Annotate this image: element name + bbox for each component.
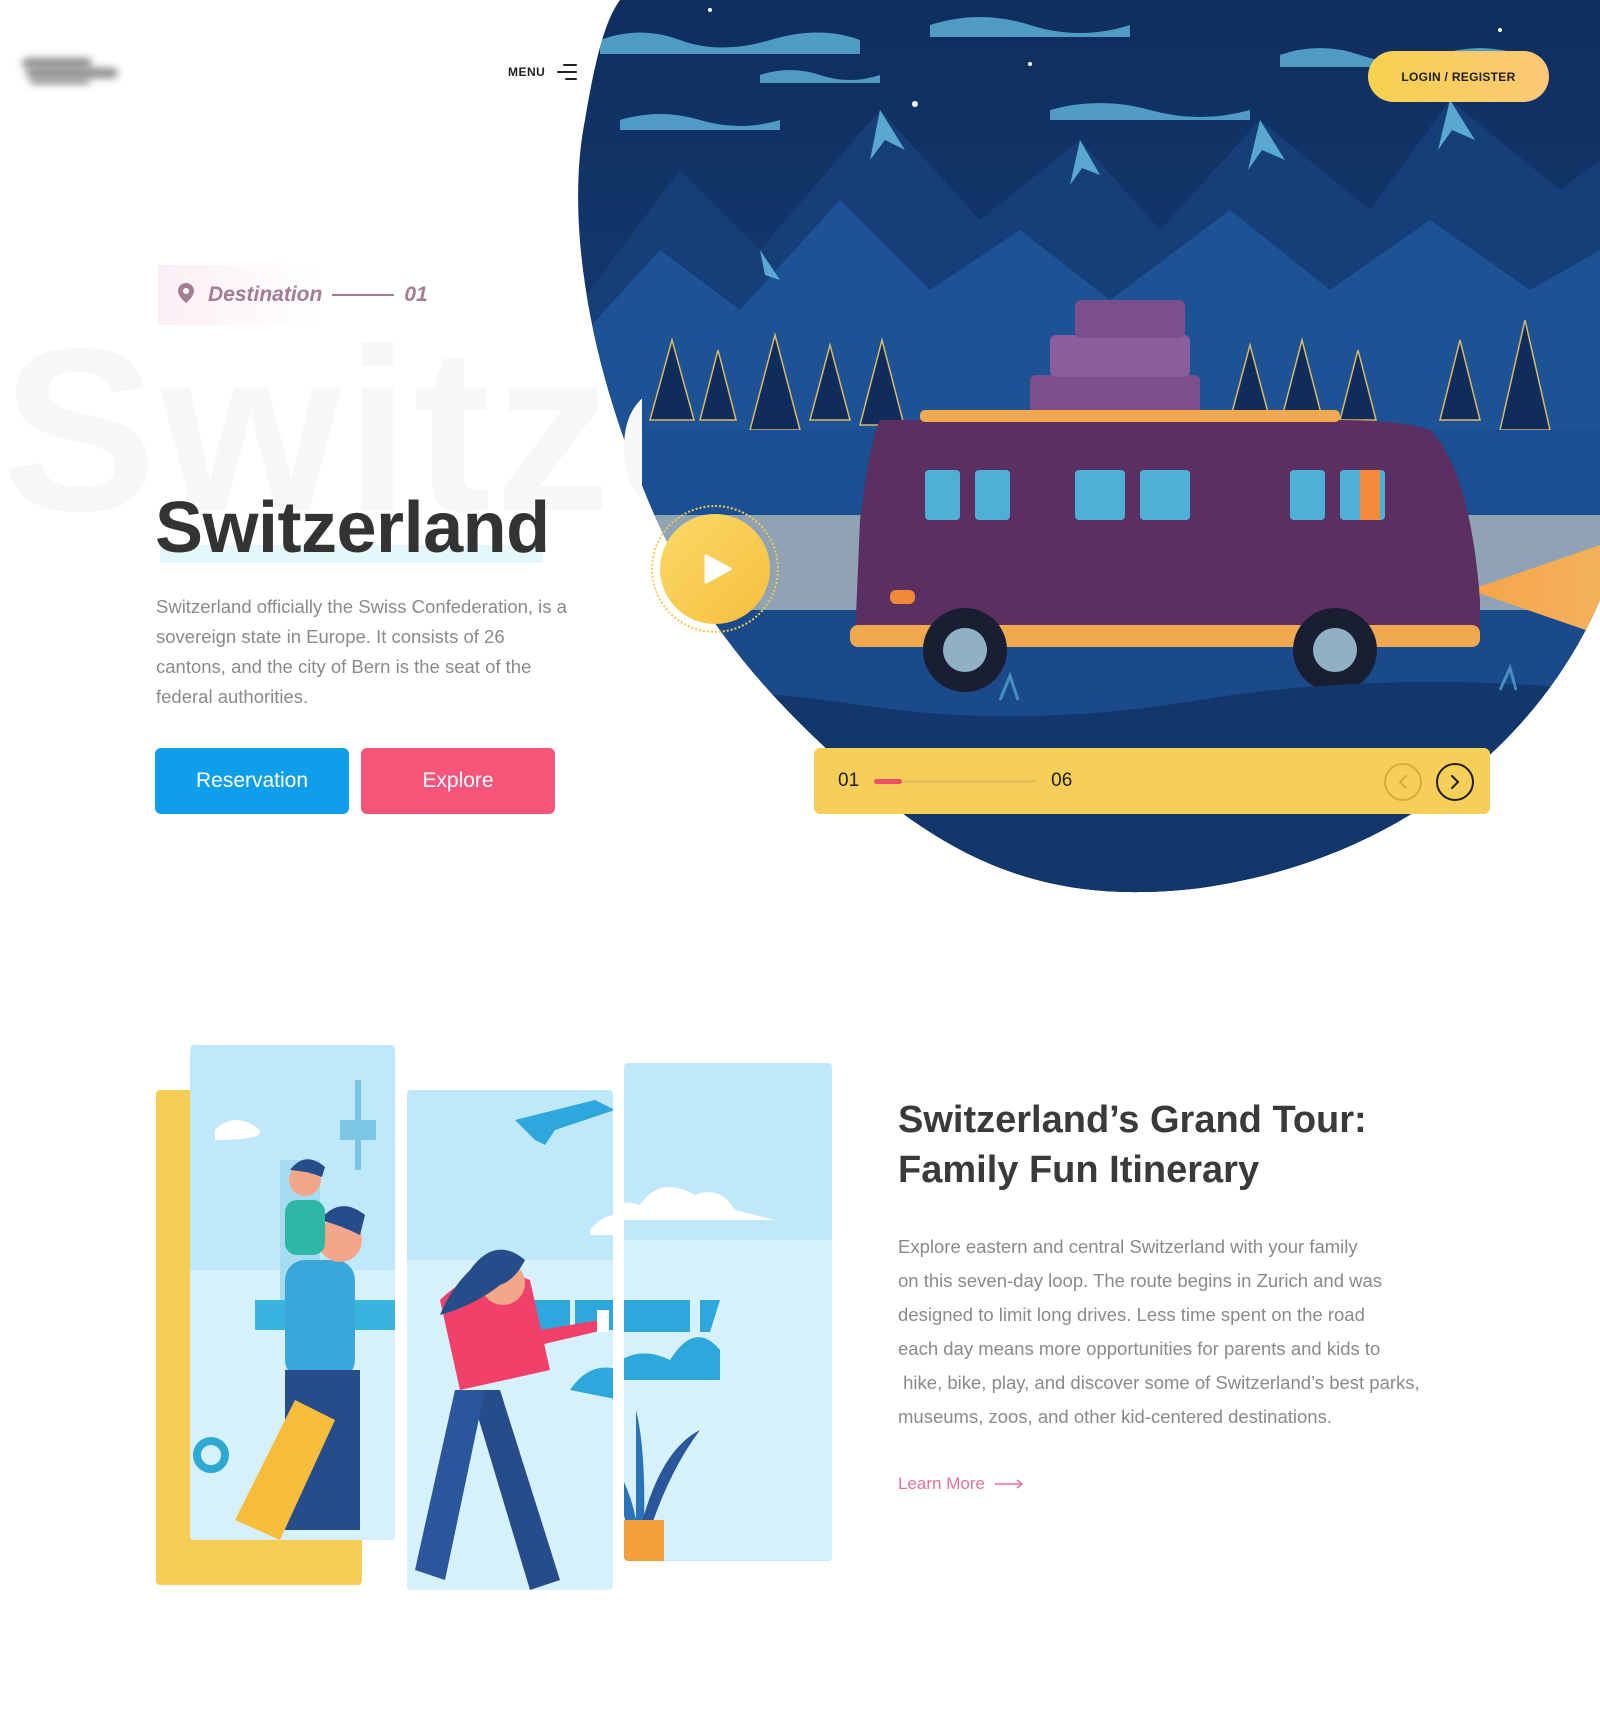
learn-more-label: Learn More — [898, 1474, 985, 1493]
arrow-right-icon — [994, 1479, 1024, 1489]
feature-body-line: on this seven-day loop. The route begins… — [898, 1270, 1383, 1291]
family-travel-illustration — [156, 1045, 832, 1590]
feature-body-line: designed to limit long drives. Less time… — [898, 1304, 1365, 1325]
feature-body-line: Explore eastern and central Switzerland … — [898, 1236, 1358, 1257]
slide-next-button[interactable] — [1436, 763, 1474, 801]
feature-body: Explore eastern and central Switzerland … — [898, 1230, 1458, 1434]
slider-bar: 01 06 — [814, 748, 1490, 814]
feature-body-line: museums, zoos, and other kid-centered de… — [898, 1406, 1332, 1427]
feature-body-line: each day means more opportunities for pa… — [898, 1338, 1381, 1359]
chevron-left-icon — [1398, 775, 1407, 789]
slide-prev-button[interactable] — [1384, 763, 1422, 801]
feature-title-line2: Family Fun Itinerary — [898, 1149, 1260, 1191]
learn-more-link[interactable]: Learn More — [898, 1474, 1025, 1494]
chevron-right-icon — [1451, 775, 1460, 789]
login-register-button[interactable]: LOGIN / REGISTER — [1368, 51, 1549, 102]
slide-total: 06 — [1051, 770, 1073, 791]
feature-body-line: hike, bike, play, and discover some of S… — [898, 1372, 1420, 1393]
feature-title: Switzerland’s Grand Tour: Family Fun Iti… — [898, 1095, 1458, 1195]
feature-title-line1: Switzerland’s Grand Tour: — [898, 1099, 1367, 1141]
